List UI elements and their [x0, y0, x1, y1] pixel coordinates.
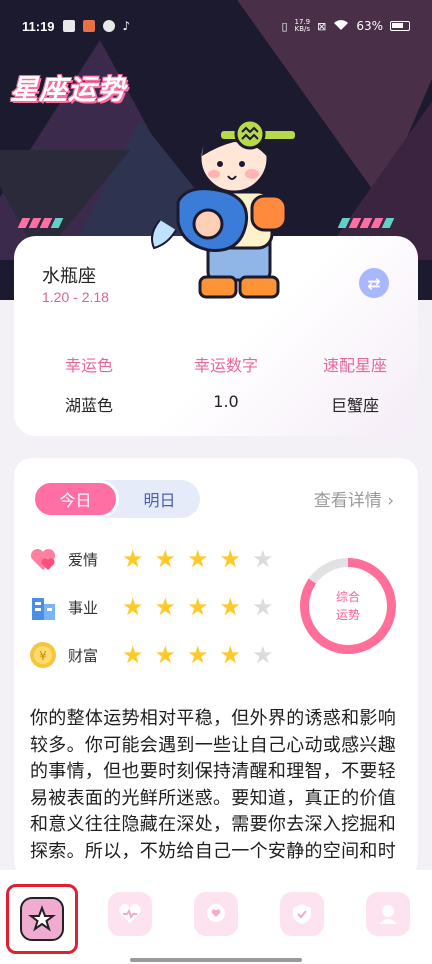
fortune-card: 今日 明日 查看详情 › 爱情 ★ ★ ★ ★ ★ 事业 ★ ★ ★ ★ ★ ¥…: [14, 458, 418, 878]
nav-item-chat[interactable]: [190, 888, 242, 940]
overall-fortune-ring: 综合 运势: [300, 558, 396, 654]
net-speed-unit: KB/s: [294, 25, 311, 33]
rating-label: 爱情: [68, 550, 99, 569]
decor-stripes: [17, 218, 64, 228]
tab-today[interactable]: 今日: [32, 480, 119, 518]
star-icon: ★: [122, 641, 144, 669]
star-icon: ★: [122, 545, 144, 573]
notification-icon: [62, 20, 75, 32]
attr-label: 速配星座: [322, 356, 387, 375]
app-notification-icon: [82, 20, 95, 32]
sign-name: 水瓶座: [42, 266, 96, 287]
star-icon: ★: [219, 545, 242, 573]
wifi-icon: [333, 19, 349, 34]
attr-label: 幸运数字: [193, 356, 258, 375]
stars-career: ★ ★ ★ ★ ★: [122, 595, 274, 619]
vibrate-icon: ▯: [281, 19, 288, 33]
rating-row-wealth: ¥ 财富 ★ ★ ★ ★ ★: [28, 640, 274, 670]
rating-row-career: 事业 ★ ★ ★ ★ ★: [28, 592, 274, 622]
star-icon: ★: [122, 593, 144, 621]
profile-icon: [366, 892, 410, 936]
star-icon: ★: [219, 593, 242, 621]
app-notification-icon: [102, 20, 115, 32]
building-icon: [28, 592, 58, 622]
home-indicator[interactable]: [130, 958, 302, 962]
net-speed: 17.9 KB/s: [295, 19, 311, 33]
star-icon: ★: [154, 545, 177, 573]
coin-icon: ¥: [28, 640, 58, 670]
rating-label: 事业: [68, 598, 99, 617]
star-icon: ★: [187, 593, 209, 621]
match-sign: 速配星座 巨蟹座: [290, 352, 420, 416]
star-icon: ★: [252, 545, 274, 573]
chat-heart-icon: [194, 892, 238, 936]
nav-item-health[interactable]: [104, 888, 156, 940]
star-icon: ★: [187, 545, 209, 573]
shield-check-icon: [280, 892, 324, 936]
nav-item-protect[interactable]: [276, 888, 328, 940]
star-icon: ★: [252, 593, 274, 621]
page-title: 星座运势: [10, 73, 127, 106]
battery-percent: 63%: [356, 19, 383, 33]
attr-label: 幸运色: [64, 356, 113, 375]
decor-stripes: [337, 218, 395, 228]
chevron-right-icon: ›: [387, 491, 394, 511]
star-icon: ★: [219, 641, 242, 669]
stars-wealth: ★ ★ ★ ★ ★: [122, 643, 274, 667]
nav-item-horoscope[interactable]: [6, 884, 78, 954]
swap-icon[interactable]: ⇄: [359, 268, 389, 298]
bottom-nav: [0, 870, 432, 964]
sign-date-range: 1.20 - 2.18: [42, 289, 109, 305]
rating-row-love: 爱情 ★ ★ ★ ★ ★: [28, 544, 274, 574]
aquarius-mascot-illustration: [151, 118, 297, 299]
star-icon: [20, 897, 64, 941]
attr-value: 巨蟹座: [330, 396, 379, 415]
overall-line2: 运势: [335, 608, 360, 622]
day-toggle: 今日 明日: [32, 480, 200, 518]
battery-icon: [390, 21, 410, 31]
status-bar: 11:19 ♪ ▯ 17.9 KB/s ⊠ 63%: [0, 0, 432, 52]
lucky-number: 幸运数字 1.0: [161, 352, 291, 411]
rating-label: 财富: [68, 646, 99, 665]
status-right: ▯ 17.9 KB/s ⊠ 63%: [281, 19, 410, 34]
attr-value: 湖蓝色: [64, 396, 113, 415]
overall-fortune-label: 综合 运势: [309, 567, 387, 645]
tiktok-icon: ♪: [122, 19, 131, 33]
stars-love: ★ ★ ★ ★ ★: [122, 547, 274, 571]
no-sim-icon: ⊠: [317, 19, 327, 33]
heart-icon: [28, 544, 58, 574]
attr-value: 1.0: [213, 392, 239, 411]
fortune-description: 你的整体运势相对平稳，但外界的诱惑和影响较多。你可能会遇到一些让自己心动或感兴趣…: [30, 708, 396, 862]
view-details-label: 查看详情: [313, 491, 382, 511]
star-icon: ★: [252, 641, 274, 669]
tab-tomorrow[interactable]: 明日: [119, 480, 200, 518]
nav-item-profile[interactable]: [362, 888, 414, 940]
status-left: 11:19 ♪: [22, 19, 130, 34]
overall-line1: 综合: [335, 590, 360, 604]
heart-pulse-icon: [108, 892, 152, 936]
svg-text:¥: ¥: [39, 649, 47, 663]
status-time: 11:19: [22, 18, 55, 34]
star-icon: ★: [154, 641, 177, 669]
lucky-color: 幸运色 湖蓝色: [24, 352, 154, 416]
star-icon: ★: [154, 593, 177, 621]
star-icon: ★: [187, 641, 209, 669]
view-details-link[interactable]: 查看详情 ›: [314, 486, 394, 511]
